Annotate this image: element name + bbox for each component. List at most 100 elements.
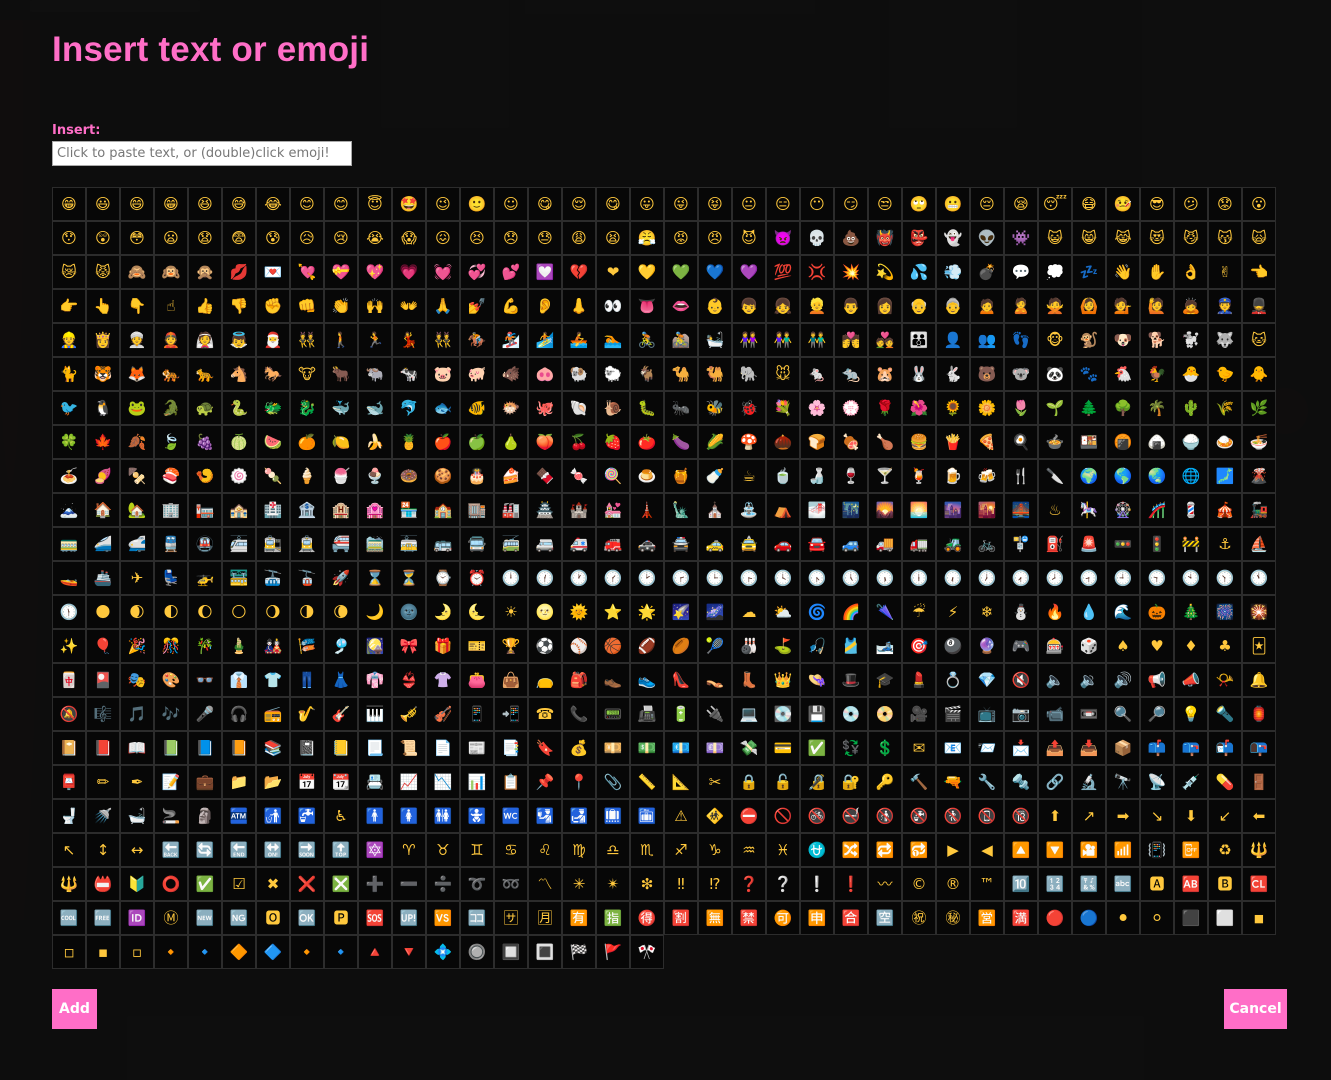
emoji-cell[interactable]: ☝: [154, 289, 188, 323]
emoji-cell[interactable]: 👬: [800, 323, 834, 357]
emoji-cell[interactable]: 🌜: [460, 595, 494, 629]
emoji-cell[interactable]: ♨: [1038, 493, 1072, 527]
emoji-cell[interactable]: 💠: [426, 935, 460, 969]
emoji-cell[interactable]: 👛: [460, 663, 494, 697]
emoji-cell[interactable]: 🙌: [358, 289, 392, 323]
emoji-cell[interactable]: 💅: [460, 289, 494, 323]
emoji-cell[interactable]: 👺: [902, 221, 936, 255]
emoji-cell[interactable]: 😤: [630, 221, 664, 255]
emoji-cell[interactable]: 🐷: [426, 357, 460, 391]
emoji-cell[interactable]: 🔭: [1106, 765, 1140, 799]
emoji-cell[interactable]: 💀: [800, 221, 834, 255]
emoji-cell[interactable]: 🎭: [120, 663, 154, 697]
emoji-cell[interactable]: 🐧: [86, 391, 120, 425]
emoji-cell[interactable]: ♿: [324, 799, 358, 833]
emoji-cell[interactable]: 💝: [324, 255, 358, 289]
emoji-cell[interactable]: 🈳: [868, 901, 902, 935]
emoji-cell[interactable]: 🍅: [630, 425, 664, 459]
emoji-cell[interactable]: 🔙: [154, 833, 188, 867]
emoji-cell[interactable]: ™: [970, 867, 1004, 901]
emoji-cell[interactable]: 🚓: [630, 527, 664, 561]
emoji-cell[interactable]: 🕖: [970, 561, 1004, 595]
emoji-cell[interactable]: 💟: [528, 255, 562, 289]
emoji-cell[interactable]: 🛀: [698, 323, 732, 357]
emoji-cell[interactable]: ❤: [596, 255, 630, 289]
emoji-cell[interactable]: 😨: [222, 221, 256, 255]
emoji-cell[interactable]: 🆗: [290, 901, 324, 935]
emoji-cell[interactable]: 🚹: [358, 799, 392, 833]
emoji-cell[interactable]: 🔺: [358, 935, 392, 969]
emoji-cell[interactable]: 🕙: [1174, 561, 1208, 595]
emoji-cell[interactable]: 🐕: [1140, 323, 1174, 357]
emoji-cell[interactable]: 👈: [1242, 255, 1276, 289]
emoji-cell[interactable]: ✈: [120, 561, 154, 595]
emoji-cell[interactable]: ↗: [1072, 799, 1106, 833]
emoji-cell[interactable]: 🐶: [1106, 323, 1140, 357]
emoji-cell[interactable]: 🍼: [698, 459, 732, 493]
emoji-cell[interactable]: ❇: [630, 867, 664, 901]
emoji-cell[interactable]: 💚: [664, 255, 698, 289]
emoji-cell[interactable]: 👜: [494, 663, 528, 697]
emoji-cell[interactable]: 🌎: [1106, 459, 1140, 493]
emoji-cell[interactable]: 🌂: [868, 595, 902, 629]
emoji-cell[interactable]: ↔: [120, 833, 154, 867]
emoji-cell[interactable]: 🚙: [834, 527, 868, 561]
emoji-cell[interactable]: ✊: [256, 289, 290, 323]
emoji-cell[interactable]: ❌: [290, 867, 324, 901]
emoji-cell[interactable]: 💞: [460, 255, 494, 289]
emoji-cell[interactable]: 📃: [358, 731, 392, 765]
emoji-cell[interactable]: 😩: [562, 221, 596, 255]
emoji-cell[interactable]: 😁: [52, 187, 86, 221]
emoji-cell[interactable]: 👧: [766, 289, 800, 323]
emoji-cell[interactable]: ☀: [494, 595, 528, 629]
emoji-cell[interactable]: 👨: [834, 289, 868, 323]
emoji-cell[interactable]: 🗻: [52, 493, 86, 527]
emoji-cell[interactable]: 🍈: [222, 425, 256, 459]
emoji-cell[interactable]: 😿: [52, 255, 86, 289]
emoji-cell[interactable]: 🌀: [800, 595, 834, 629]
emoji-cell[interactable]: 🌗: [290, 595, 324, 629]
emoji-cell[interactable]: 👷: [52, 323, 86, 357]
emoji-cell[interactable]: 🉑: [766, 901, 800, 935]
emoji-cell[interactable]: ✳: [562, 867, 596, 901]
emoji-cell[interactable]: 🚨: [1072, 527, 1106, 561]
emoji-cell[interactable]: 🍂: [120, 425, 154, 459]
emoji-cell[interactable]: 🐪: [664, 357, 698, 391]
emoji-cell[interactable]: 😒: [868, 187, 902, 221]
emoji-cell[interactable]: ㊙: [936, 901, 970, 935]
emoji-cell[interactable]: 👙: [392, 663, 426, 697]
emoji-cell[interactable]: 🌘: [324, 595, 358, 629]
emoji-cell[interactable]: 👾: [1004, 221, 1038, 255]
emoji-cell[interactable]: 📣: [1174, 663, 1208, 697]
emoji-cell[interactable]: 📐: [664, 765, 698, 799]
emoji-cell[interactable]: 👫: [766, 323, 800, 357]
emoji-cell[interactable]: 🏀: [596, 629, 630, 663]
emoji-cell[interactable]: 🎻: [426, 697, 460, 731]
emoji-cell[interactable]: 🎣: [800, 629, 834, 663]
emoji-cell[interactable]: 🐨: [1004, 357, 1038, 391]
emoji-cell[interactable]: 🌔: [188, 595, 222, 629]
emoji-cell[interactable]: 🔇: [1004, 663, 1038, 697]
emoji-cell[interactable]: 💌: [256, 255, 290, 289]
emoji-cell[interactable]: ↖: [52, 833, 86, 867]
emoji-cell[interactable]: 🗾: [1208, 459, 1242, 493]
emoji-cell[interactable]: 🔼: [1004, 833, 1038, 867]
emoji-cell[interactable]: ⬜: [1208, 901, 1242, 935]
emoji-cell[interactable]: 🍺: [936, 459, 970, 493]
emoji-cell[interactable]: 🐌: [596, 391, 630, 425]
emoji-cell[interactable]: 📘: [188, 731, 222, 765]
emoji-cell[interactable]: 📝: [154, 765, 188, 799]
emoji-cell[interactable]: 🚁: [188, 561, 222, 595]
emoji-cell[interactable]: 📪: [1174, 731, 1208, 765]
emoji-cell[interactable]: 📫: [1140, 731, 1174, 765]
emoji-cell[interactable]: 📈: [392, 765, 426, 799]
emoji-cell[interactable]: 📥: [1072, 731, 1106, 765]
emoji-cell[interactable]: 🍧: [324, 459, 358, 493]
emoji-cell[interactable]: 🎀: [392, 629, 426, 663]
emoji-cell[interactable]: 🍢: [120, 459, 154, 493]
emoji-cell[interactable]: 🏭: [494, 493, 528, 527]
emoji-cell[interactable]: 🍊: [290, 425, 324, 459]
emoji-cell[interactable]: 🐫: [698, 357, 732, 391]
emoji-cell[interactable]: 💰: [562, 731, 596, 765]
emoji-cell[interactable]: 😾: [86, 255, 120, 289]
